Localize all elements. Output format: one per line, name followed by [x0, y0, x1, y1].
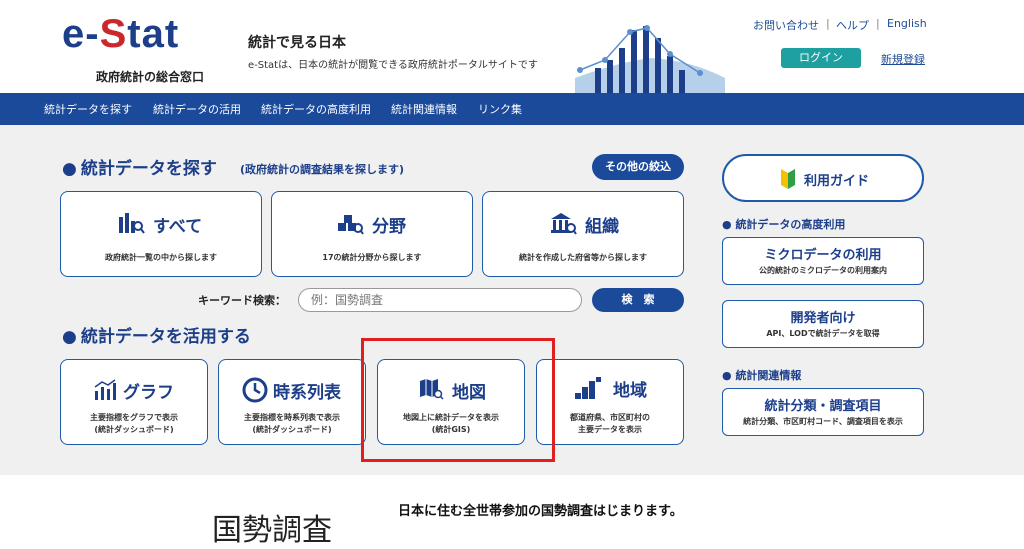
- card-description: 都道府県、市区町村の 主要データを表示: [570, 413, 650, 434]
- developer-card[interactable]: 開発者向け API、LODで統計データを取得: [722, 300, 924, 348]
- user-guide-label: 利用ガイド: [804, 174, 870, 189]
- card-description: 政府統計一覧の中から探します: [105, 253, 217, 262]
- search-section-note: (政府統計の調査結果を探します): [240, 163, 405, 176]
- header-chart-illustration: [575, 25, 725, 93]
- beginner-mark-icon: [781, 169, 795, 189]
- card-description: 主要指標をグラフで表示 (統計ダッシュボード): [90, 413, 178, 434]
- nav-item-links[interactable]: リンク集: [478, 101, 522, 117]
- login-button[interactable]: ログイン: [781, 48, 861, 68]
- microdata-card[interactable]: ミクロデータの利用 公的統計のミクロデータの利用案内: [722, 237, 924, 285]
- developer-title: 開発者向け: [790, 311, 856, 326]
- search-section-heading: ● 統計データを探す: [62, 159, 217, 179]
- user-guide-button[interactable]: 利用ガイド: [722, 154, 924, 202]
- census-logo: 国勢調査: [212, 513, 332, 548]
- nav-item-utilize[interactable]: 統計データの活用: [153, 101, 241, 117]
- nav-item-related[interactable]: 統計関連情報: [391, 101, 457, 117]
- more-filter-button[interactable]: その他の絞込: [592, 154, 684, 180]
- card-description: 17の統計分野から探します: [322, 253, 422, 262]
- classification-description: 統計分類、市区町村コード、調査項目を表示: [743, 417, 903, 426]
- classification-title: 統計分類・調査項目: [764, 399, 882, 414]
- keyword-search-label: キーワード検索：: [198, 294, 286, 307]
- time-series-card[interactable]: 時系列表 主要指標を時系列表で表示 (統計ダッシュボード): [218, 359, 366, 445]
- nav-item-search[interactable]: 統計データを探す: [44, 101, 132, 117]
- keyword-search-input[interactable]: [298, 288, 582, 312]
- card-title: 組織: [585, 217, 619, 237]
- card-description: 主要指標を時系列表で表示 (統計ダッシュボード): [244, 413, 340, 434]
- graph-icon: [94, 379, 116, 400]
- card-description: 統計を作成した府省等から探します: [519, 253, 647, 262]
- microdata-title: ミクロデータの利用: [764, 248, 882, 263]
- logo-subtitle: 政府統計の総合窓口: [96, 70, 205, 84]
- building-search-icon: [551, 213, 577, 235]
- graph-card[interactable]: グラフ 主要指標をグラフで表示 (統計ダッシュボード): [60, 359, 208, 445]
- microdata-description: 公的統計のミクロデータの利用案内: [759, 266, 887, 275]
- help-link[interactable]: ヘルプ: [836, 17, 869, 33]
- map-card-highlight: [361, 338, 555, 462]
- card-title: 分野: [372, 217, 406, 237]
- separator: |: [826, 17, 830, 30]
- region-card[interactable]: 地域 都道府県、市区町村の 主要データを表示: [536, 359, 684, 445]
- register-link[interactable]: 新規登録: [881, 51, 925, 67]
- boxes-search-icon: [338, 215, 364, 235]
- card-title: 地域: [613, 381, 647, 401]
- card-title: すべて: [153, 217, 203, 237]
- search-organization-card[interactable]: 組織 統計を作成した府省等から探します: [482, 191, 684, 277]
- clock-icon: [242, 377, 268, 403]
- advanced-use-heading: ● 統計データの高度利用: [722, 218, 846, 231]
- census-announcement[interactable]: 日本に住む全世帯参加の国勢調査はじまります。: [398, 500, 683, 519]
- site-description: e-Statは、日本の統計が閲覧できる政府統計ポータルサイトです: [248, 60, 538, 71]
- related-info-heading: ● 統計関連情報: [722, 369, 802, 382]
- card-title: 時系列表: [273, 383, 341, 403]
- nav-item-advanced[interactable]: 統計データの高度利用: [261, 101, 371, 117]
- developer-description: API、LODで統計データを取得: [766, 329, 880, 338]
- search-button[interactable]: 検 索: [592, 288, 684, 312]
- site-title: 統計で見る日本: [248, 35, 346, 51]
- classification-card[interactable]: 統計分類・調査項目 統計分類、市区町村コード、調査項目を表示: [722, 388, 924, 436]
- separator: |: [876, 17, 880, 30]
- card-title: グラフ: [123, 383, 174, 403]
- contact-link[interactable]: お問い合わせ: [753, 17, 819, 33]
- use-section-heading: ● 統計データを活用する: [62, 327, 251, 347]
- region-blocks-icon: [575, 377, 601, 399]
- english-link[interactable]: English: [887, 17, 927, 30]
- search-field-card[interactable]: 分野 17の統計分野から探します: [271, 191, 473, 277]
- estat-logo[interactable]: e-Stat: [62, 12, 179, 57]
- search-all-card[interactable]: すべて 政府統計一覧の中から探します: [60, 191, 262, 277]
- bar-chart-search-icon: [119, 213, 145, 234]
